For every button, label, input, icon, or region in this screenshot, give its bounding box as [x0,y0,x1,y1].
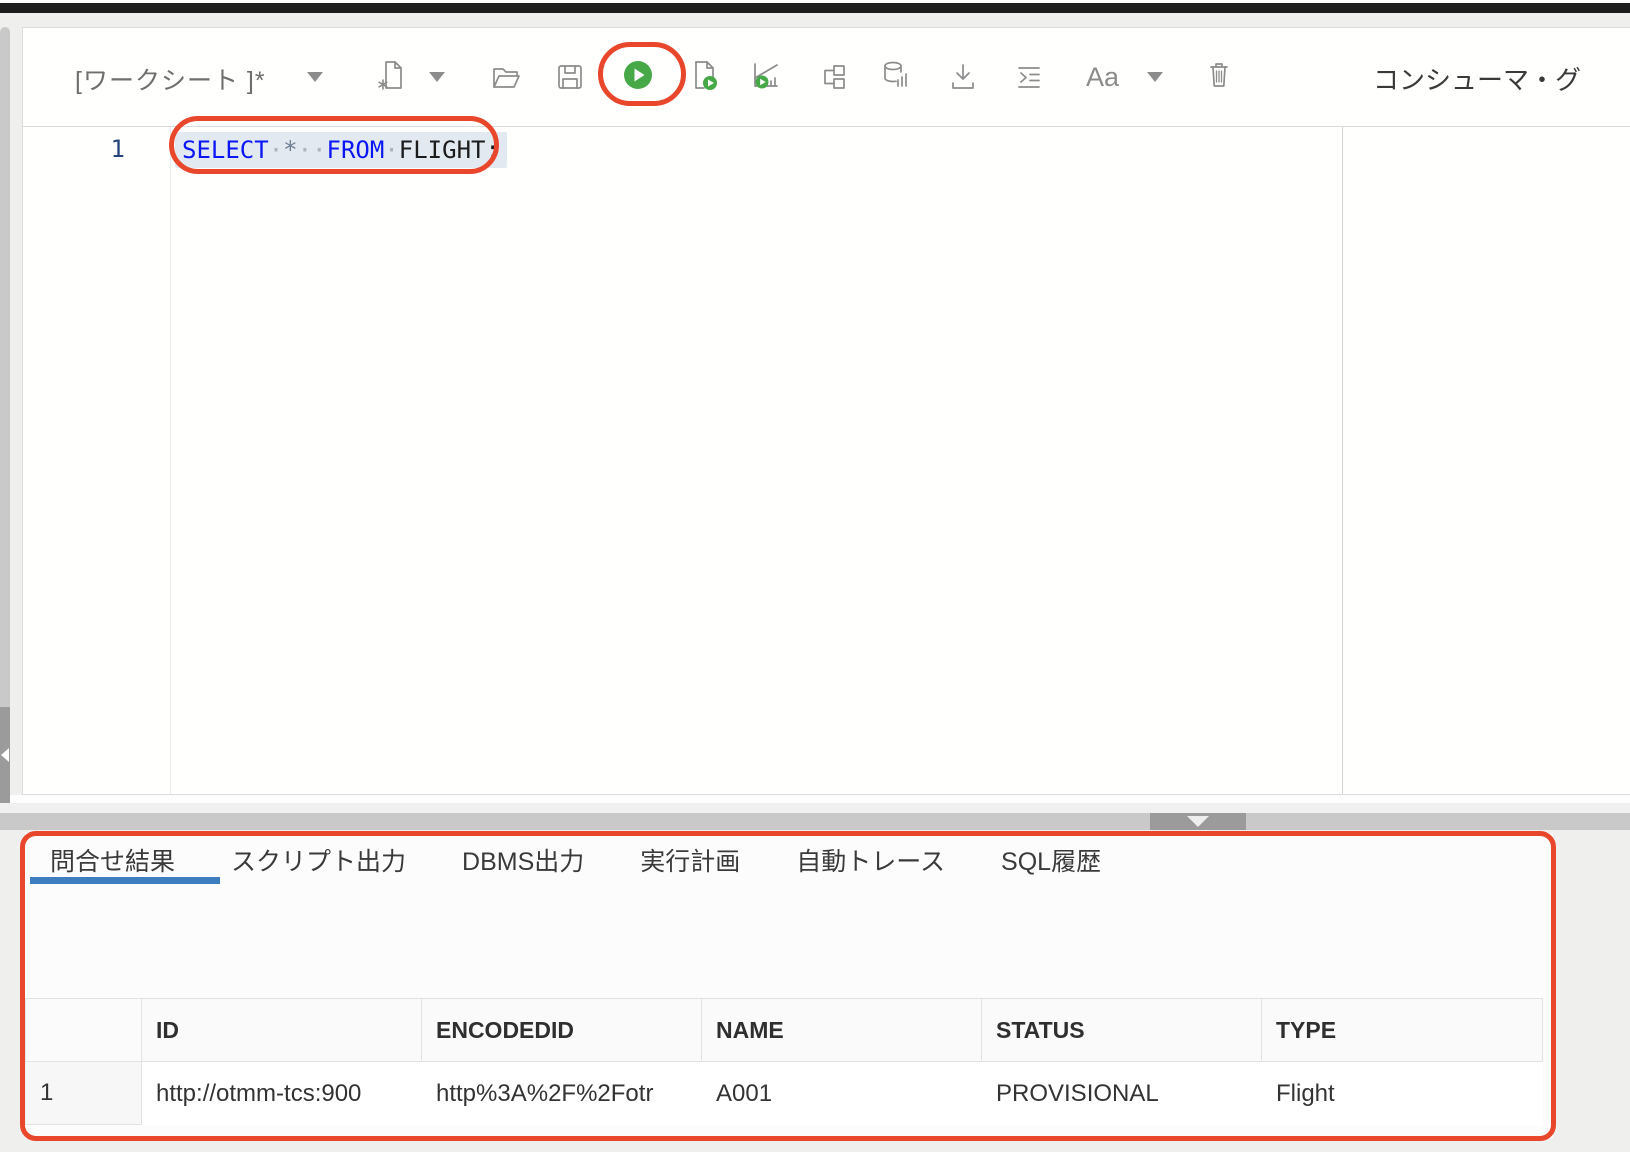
window-top-bar [0,3,1630,13]
cell-encodedid[interactable]: http%3A%2F%2Fotr [422,1062,702,1125]
worksheet-menu-caret-icon[interactable] [307,72,323,82]
save-button[interactable] [553,60,587,94]
clear-worksheet-button[interactable] [1202,58,1236,92]
run-play-icon [622,59,654,91]
sql-keyword-select: SELECT [182,136,269,164]
splitter-track [0,803,1630,813]
column-header-id[interactable]: ID [142,998,422,1062]
column-header-rownum[interactable] [25,998,142,1062]
open-file-button[interactable] [489,60,523,94]
sql-statement-line[interactable]: SELECT·*··FROM·FLIGHT; [175,131,507,169]
tab-sql-history[interactable]: SQL履歴 [1001,842,1101,878]
table-row[interactable]: 1 http://otmm-tcs:900 http%3A%2F%2Fotr A… [25,1062,1543,1125]
results-toolbar: ダウンロード 実行時間: 0.007秒 [25,887,1553,997]
sql-tuning-button[interactable] [879,58,913,92]
autotrace-chart-button[interactable] [749,58,783,92]
run-script-icon [688,59,720,91]
line-number: 1 [111,135,125,163]
results-panel: 問合せ結果 スクリプト出力 DBMS出力 実行計画 自動トレース SQL履歴 ダ… [25,833,1553,1138]
hierarchy-icon [817,61,849,93]
whitespace-dot: · [269,136,283,164]
format-button[interactable] [1012,60,1046,94]
left-splitter-handle[interactable] [0,707,10,803]
run-script-button[interactable] [687,58,721,92]
left-panel-splitter[interactable] [0,27,10,803]
results-tabbar: 問合せ結果 スクリプト出力 DBMS出力 実行計画 自動トレース SQL履歴 [25,833,1553,887]
new-worksheet-caret-icon[interactable] [429,72,445,82]
horizontal-splitter[interactable] [0,813,1630,830]
worksheet-card: [ワークシート ]* [22,27,1630,795]
tab-explain-plan[interactable]: 実行計画 [640,842,740,878]
run-statement-button[interactable] [621,58,655,92]
save-icon [554,61,586,93]
tab-query-result[interactable]: 問合せ結果 [50,842,175,878]
database-stats-icon [880,59,912,91]
download-icon [947,61,979,93]
editor-right-divider [1342,127,1343,794]
column-header-name[interactable]: NAME [702,998,982,1062]
cell-type[interactable]: Flight [1262,1062,1543,1125]
worksheet-title[interactable]: [ワークシート ]* [75,61,266,97]
tab-script-output[interactable]: スクリプト出力 [231,842,406,878]
trash-icon [1203,59,1235,91]
sql-statement[interactable]: SELECT·*··FROM·FLIGHT; [175,132,507,168]
editor-bottom-gap [10,795,1630,803]
download-editor-button[interactable] [946,60,980,94]
folder-icon [490,61,522,93]
new-worksheet-button[interactable] [375,58,409,92]
sql-editor[interactable]: 1 SELECT·*··FROM·FLIGHT; [23,127,1630,794]
consumer-group-label: コンシューマ・グ [1373,60,1630,97]
cell-status[interactable]: PROVISIONAL [982,1062,1262,1125]
column-header-encodedid[interactable]: ENCODEDID [422,998,702,1062]
collapse-down-icon [1187,816,1209,827]
new-file-icon [376,59,408,91]
chart-run-icon [750,59,782,91]
sql-worksheet-app: { "colors": { "annotation_red": "#E8472B… [0,0,1630,1152]
whitespace-dot: · [384,136,398,164]
tab-autotrace[interactable]: 自動トレース [796,842,945,878]
worksheet-toolbar: [ワークシート ]* [23,28,1630,127]
grid-header-row: ID ENCODEDID NAME STATUS TYPE [25,998,1543,1062]
font-size-caret-icon[interactable] [1147,72,1163,82]
collapse-left-icon [1,748,9,762]
sql-table-ref: FLIGHT; [399,136,500,164]
line-number-gutter: 1 [23,127,171,794]
cell-id[interactable]: http://otmm-tcs:900 [142,1062,422,1125]
sql-star: * [283,136,297,164]
sql-keyword-from: FROM [327,136,385,164]
explain-plan-button[interactable] [816,60,850,94]
tab-dbms-output[interactable]: DBMS出力 [462,842,584,878]
column-header-type[interactable]: TYPE [1262,998,1543,1062]
format-indent-icon [1013,61,1045,93]
whitespace-dots: ·· [298,136,327,164]
active-tab-underline [30,877,220,884]
cell-name[interactable]: A001 [702,1062,982,1125]
results-grid: ID ENCODEDID NAME STATUS TYPE 1 http://o… [25,998,1543,1125]
splitter-handle[interactable] [1150,813,1246,830]
cell-rownum[interactable]: 1 [25,1062,142,1125]
column-header-status[interactable]: STATUS [982,998,1262,1062]
font-size-button[interactable]: Aa [1086,62,1119,93]
